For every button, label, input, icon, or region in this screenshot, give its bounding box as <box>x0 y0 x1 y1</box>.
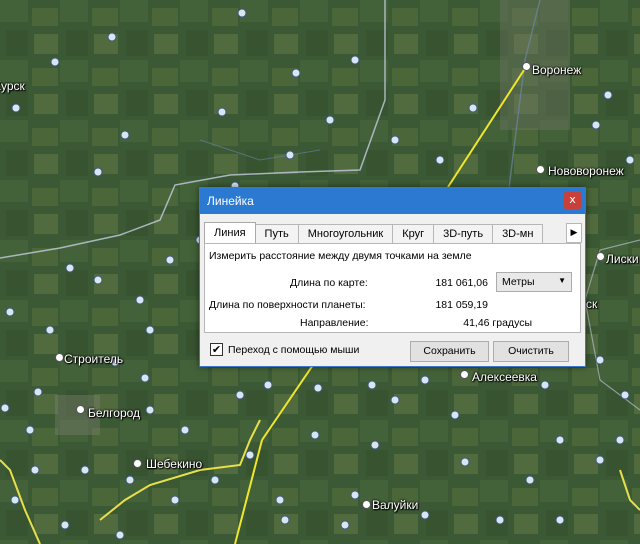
city-label-stroitel[interactable]: Строитель <box>64 352 123 366</box>
chevron-down-icon: ▼ <box>558 276 566 285</box>
surface-length-label: Длина по поверхности планеты: <box>209 299 366 311</box>
dialog-title: Линейка <box>207 194 254 208</box>
city-dot-shebekino <box>133 459 142 468</box>
tab-3d-polygon[interactable]: 3D-мн <box>492 224 544 243</box>
units-selected: Метры <box>502 276 535 288</box>
city-dot-voronezh <box>522 62 531 71</box>
city-dot-alekseevka <box>460 370 469 379</box>
ruler-dialog: Линейка x Линия Путь Многоугольник Круг 3D-п… <box>199 187 586 367</box>
units-dropdown[interactable]: Метры ▼ <box>496 272 572 292</box>
city-label-shebekino[interactable]: Шебекино <box>146 457 202 471</box>
city-label-partial[interactable]: ск <box>586 297 597 311</box>
tab-line[interactable]: Линия <box>204 222 256 243</box>
mouse-nav-label: Переход с помощью мыши <box>228 344 360 356</box>
city-dot-liski <box>596 252 605 261</box>
tab-circle[interactable]: Круг <box>392 224 435 243</box>
city-label-alekseevka[interactable]: Алексеевка <box>472 370 537 384</box>
tab-panel-line: Измерить расстояние между двумя точками … <box>204 243 581 333</box>
city-label-novovoronezh[interactable]: Нововоронеж <box>548 164 624 178</box>
mouse-nav-checkbox[interactable]: ✔ <box>210 343 223 356</box>
city-dot-belgorod <box>76 405 85 414</box>
tab-scroll-right-icon[interactable]: ▶ <box>566 223 582 243</box>
save-button[interactable]: Сохранить <box>410 341 489 362</box>
city-dot-novovoronezh <box>536 165 545 174</box>
city-dot-stroitel <box>55 353 64 362</box>
clear-button[interactable]: Очистить <box>493 341 569 362</box>
city-dot-valuyki <box>362 500 371 509</box>
city-label-kursk[interactable]: Курск <box>0 79 25 93</box>
dialog-title-bar[interactable]: Линейка x <box>200 188 585 214</box>
tab-3d-path[interactable]: 3D-путь <box>433 224 494 243</box>
heading-label: Направление: <box>300 317 369 329</box>
ruler-tabs: Линия Путь Многоугольник Круг 3D-путь 3D-мн <box>204 222 570 243</box>
surface-length-value: 181 059,19 <box>435 299 488 311</box>
map-length-label: Длина по карте: <box>290 277 368 289</box>
city-label-valuyki[interactable]: Валуйки <box>372 498 418 512</box>
heading-value: 41,46 градусы <box>463 317 532 329</box>
measure-description: Измерить расстояние между двумя точками … <box>209 250 472 262</box>
city-label-belgorod[interactable]: Белгород <box>88 406 140 420</box>
tab-path[interactable]: Путь <box>254 224 299 243</box>
city-label-voronezh[interactable]: Воронеж <box>532 63 581 77</box>
close-button[interactable]: x <box>564 192 581 209</box>
map-length-value: 181 061,06 <box>435 277 488 289</box>
tab-polygon[interactable]: Многоугольник <box>297 224 394 243</box>
city-label-liski[interactable]: Лиски <box>606 252 639 266</box>
